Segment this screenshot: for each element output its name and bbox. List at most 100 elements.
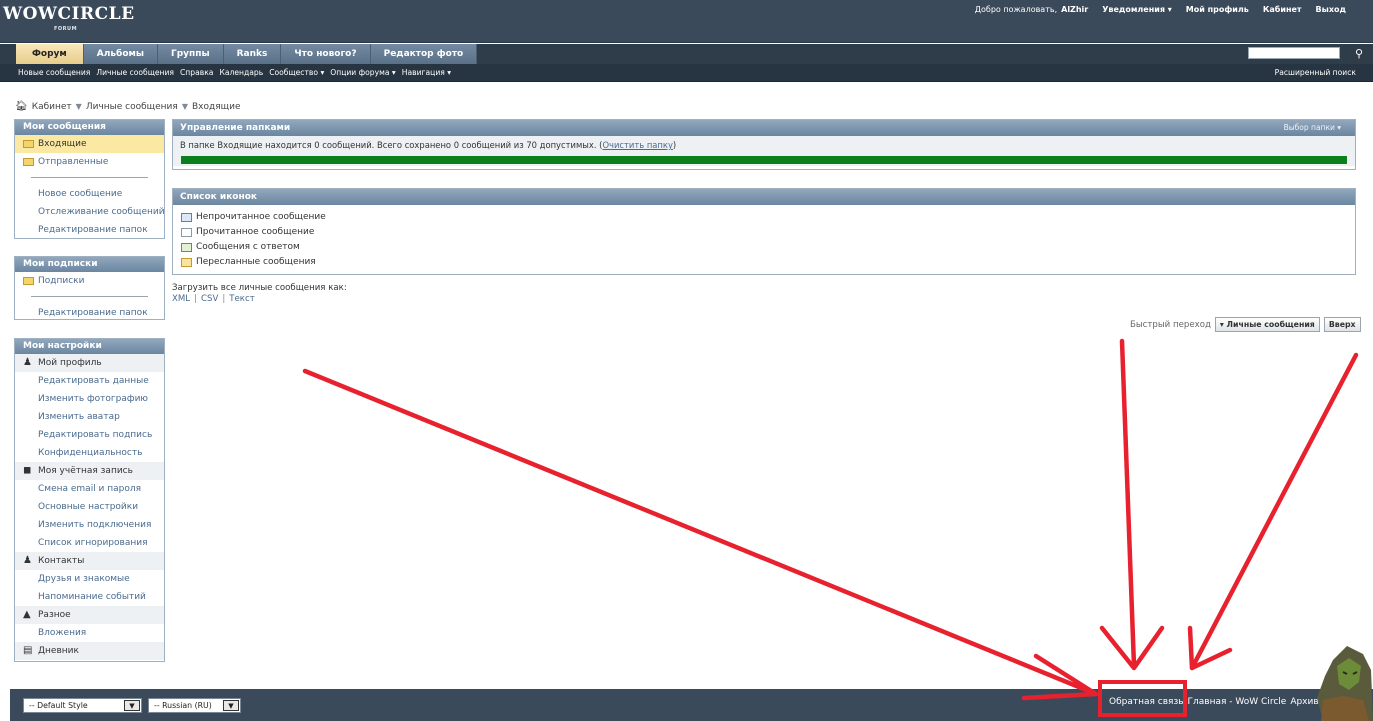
diary-icon: ▤	[23, 645, 33, 656]
tab-albums[interactable]: Альбомы	[83, 44, 158, 64]
lock-icon: ◼	[23, 465, 32, 476]
sidebar-settings-title: Мои настройки	[15, 339, 164, 354]
username-link[interactable]: AlZhir	[1061, 5, 1088, 14]
sidebar-change-email-password[interactable]: Смена email и пароля	[15, 480, 164, 498]
back-to-top-button[interactable]: Вверх	[1323, 317, 1361, 332]
folder-info-text: В папке Входящие находится 0 сообщений. …	[173, 136, 1355, 154]
sidebar-folder-inbox[interactable]: Входящие	[15, 135, 164, 153]
welcome-text: Добро пожаловать, AlZhir	[975, 5, 1089, 14]
sub-navbar: Новые сообщения Личные сообщения Справка…	[0, 64, 1373, 82]
sidebar-edit-signature[interactable]: Редактировать подпись	[15, 426, 164, 444]
tab-photo-editor[interactable]: Редактор фото	[370, 44, 478, 64]
sidebar-messages-title: Мои сообщения	[15, 120, 164, 135]
sidebar-my-subscriptions: Мои подписки Подписки Редактирование пап…	[14, 256, 165, 320]
breadcrumb-inbox: Входящие	[191, 101, 241, 112]
folder-select-menu[interactable]: Выбор папки ▾	[1284, 120, 1341, 136]
sidebar-my-messages: Мои сообщения Входящие Отправленные Ново…	[14, 119, 165, 239]
chevron-down-icon: ▼	[124, 700, 140, 711]
legend-forwarded: Пересланные сообщения	[173, 255, 1355, 270]
legend-label: Пересланные сообщения	[196, 257, 316, 267]
sidebar-track-messages[interactable]: Отслеживание сообщений	[15, 203, 165, 221]
download-xml-link[interactable]: XML	[172, 294, 190, 304]
subnav-help[interactable]: Справка	[180, 64, 213, 82]
section-label: Контакты	[38, 556, 85, 566]
tab-whats-new[interactable]: Что нового?	[281, 44, 371, 64]
home-icon[interactable]: 🏠︎	[15, 101, 28, 112]
sidebar-change-photo[interactable]: Изменить фотографию	[15, 390, 164, 408]
legend-label: Непрочитанное сообщение	[196, 212, 326, 222]
clear-folder-link[interactable]: Очистить папку	[602, 140, 672, 150]
search-icon[interactable]: ⚲	[1350, 47, 1368, 61]
sidebar-event-reminders[interactable]: Напоминание событий	[15, 588, 164, 606]
nav-tabs: Форум Альбомы Группы Ranks Что нового? Р…	[16, 44, 478, 64]
replied-message-icon	[181, 243, 192, 252]
sidebar-folder-subscriptions[interactable]: Подписки	[15, 272, 164, 290]
my-profile-link[interactable]: Мой профиль	[1186, 5, 1249, 14]
sidebar-ignore-list[interactable]: Список игнорирования	[15, 534, 164, 552]
sidebar-section-misc: ▲ Разное	[15, 606, 164, 624]
read-message-icon	[181, 228, 192, 237]
sidebar-section-contacts: ♟ Контакты	[15, 552, 164, 570]
sidebar-edit-sub-folders[interactable]: Редактирование папок	[15, 304, 164, 322]
user-icon: ♟	[23, 357, 32, 368]
tab-forum[interactable]: Форум	[16, 44, 84, 64]
tab-ranks[interactable]: Ranks	[223, 44, 282, 64]
folder-icon	[23, 140, 34, 148]
sidebar-attachments[interactable]: Вложения	[15, 624, 164, 642]
sidebar-general-settings[interactable]: Основные настройки	[15, 498, 164, 516]
icon-list-title: Список иконок	[173, 189, 1355, 205]
sidebar-folder-label: Отправленные	[38, 157, 109, 167]
folder-usage-track	[181, 156, 1347, 164]
language-select[interactable]: -- Russian (RU) ▼	[148, 698, 241, 713]
folder-icon	[23, 158, 34, 166]
sidebar-friends[interactable]: Друзья и знакомые	[15, 570, 164, 588]
legend-unread: Непрочитанное сообщение	[173, 210, 1355, 225]
legend-replied: Сообщения с ответом	[173, 240, 1355, 255]
notifications-menu[interactable]: Уведомления ▾	[1102, 5, 1172, 14]
subnav-calendar[interactable]: Календарь	[219, 64, 263, 82]
breadcrumb-separator-icon: ▼	[181, 102, 188, 111]
sidebar-section-diary[interactable]: ▤ Дневник	[15, 642, 164, 660]
breadcrumb: 🏠︎ Кабинет ▼ Личные сообщения ▼ Входящие	[15, 101, 241, 112]
sidebar-edit-folders[interactable]: Редактирование папок	[15, 221, 164, 239]
search-input[interactable]	[1248, 47, 1340, 59]
folder-icon	[23, 277, 34, 285]
breadcrumb-cabinet[interactable]: Кабинет	[32, 102, 72, 112]
sidebar-change-connections[interactable]: Изменить подключения	[15, 516, 164, 534]
forwarded-message-icon	[181, 258, 192, 267]
section-label: Разное	[38, 610, 71, 620]
home-wowcircle-link[interactable]: Главная - WoW Circle	[1188, 689, 1287, 721]
legend-read: Прочитанное сообщение	[173, 225, 1355, 240]
subnav-forum-options[interactable]: Опции форума ▾	[330, 64, 395, 82]
subnav-community[interactable]: Сообщество ▾	[269, 64, 324, 82]
sidebar-change-avatar[interactable]: Изменить аватар	[15, 408, 164, 426]
section-label: Моя учётная запись	[38, 466, 133, 476]
sidebar-divider	[31, 296, 148, 297]
subnav-private-messages[interactable]: Личные сообщения	[96, 64, 174, 82]
sidebar-folder-label: Входящие	[38, 139, 87, 149]
section-label: Мой профиль	[38, 358, 102, 368]
download-csv-link[interactable]: CSV	[201, 294, 218, 304]
sidebar-folder-sent[interactable]: Отправленные	[15, 153, 164, 171]
sidebar-section-profile: ♟ Мой профиль	[15, 354, 164, 372]
style-select[interactable]: -- Default Style ▼	[23, 698, 142, 713]
quick-nav-dropdown[interactable]: ▾ Личные сообщения	[1214, 317, 1320, 332]
advanced-search-link[interactable]: Расширенный поиск	[1275, 64, 1356, 82]
subnav-navigation[interactable]: Навигация ▾	[402, 64, 451, 82]
sidebar-privacy[interactable]: Конфиденциальность	[15, 444, 164, 462]
breadcrumb-private-messages[interactable]: Личные сообщения	[86, 102, 178, 112]
folder-control-title: Управление папками Выбор папки ▾	[173, 120, 1355, 136]
sidebar-edit-data[interactable]: Редактировать данные	[15, 372, 164, 390]
cabinet-link[interactable]: Кабинет	[1263, 5, 1302, 14]
download-separator: |	[194, 294, 197, 304]
subnav-items: Новые сообщения Личные сообщения Справка…	[18, 64, 451, 82]
sidebar-subscriptions-title: Мои подписки	[15, 257, 164, 272]
sidebar-new-message[interactable]: Новое сообщение	[15, 185, 164, 203]
folder-control-label: Управление папками	[180, 123, 291, 133]
logout-link[interactable]: Выход	[1316, 5, 1346, 14]
subnav-new-posts[interactable]: Новые сообщения	[18, 64, 90, 82]
site-logo[interactable]: WOWCIRCLE	[3, 4, 135, 24]
tab-groups[interactable]: Группы	[158, 44, 224, 64]
download-text-link[interactable]: Текст	[229, 294, 254, 304]
download-links: XML | CSV | Текст	[172, 294, 255, 304]
